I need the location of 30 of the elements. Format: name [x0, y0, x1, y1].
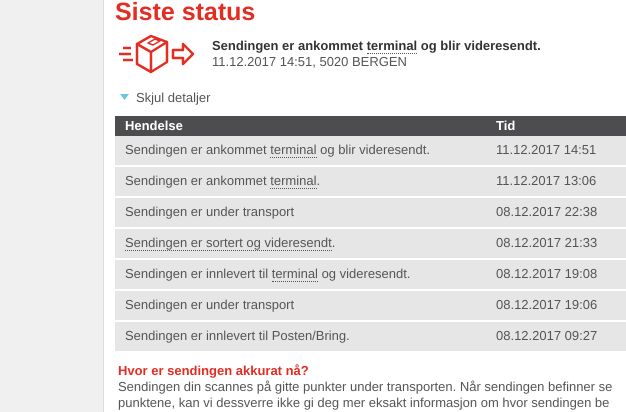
event-cell-text: Sendingen er under transport: [124, 203, 296, 222]
details-toggle[interactable]: Skjul detaljer: [120, 88, 210, 108]
term-link[interactable]: terminal: [270, 173, 317, 190]
event-cell-text: Sendingen er innlevert til Posten/Bring.: [124, 327, 351, 346]
time-cell-text: 08.12.2017 19:08: [495, 265, 598, 284]
time-cell-text: 08.12.2017 19:06: [495, 296, 598, 314]
term-link[interactable]: Sendingen er sortert og videresendt: [125, 235, 332, 252]
package-arrow-icon: [117, 34, 197, 74]
time-cell-text: 11.12.2017 13:06: [495, 172, 596, 190]
triangle-down-icon: [120, 94, 129, 102]
info-text: punktene, kan vi dessverre ikke gi deg mer eksakt informasjon om hvor sendingen be: [118, 394, 610, 410]
page-title: Siste status: [115, 0, 256, 26]
term-link[interactable]: terminal: [270, 142, 317, 158]
time-cell-text: 08.12.2017 22:38: [495, 203, 598, 222]
event-cell-text: Sendingen er ankommet terminal.: [124, 172, 322, 191]
event-cell-text: Sendingen er sortert og videresendt.: [124, 234, 336, 253]
time-cell-text: 11.12.2017 14:51: [495, 141, 596, 160]
event-cell-text: Sendingen er innlevert til terminal og videresendt.: [124, 265, 412, 284]
event-cell-text: Sendingen er ankommet terminal og blir videresendt.: [124, 141, 431, 160]
status-detail: 11.12.2017 14:51, 5020 BERGEN: [212, 54, 408, 70]
time-cell-text: 08.12.2017 09:27: [495, 327, 598, 346]
status-message: Sendingen er ankommet terminal og blir videresendt.: [212, 38, 541, 54]
term-link[interactable]: terminal: [272, 266, 318, 282]
event-cell-text: Sendingen er under transport: [124, 296, 296, 314]
term-link[interactable]: terminal: [366, 38, 418, 54]
column-header: Hendelse: [124, 116, 184, 135]
column-header: Tid: [495, 116, 516, 135]
info-heading: Hvor er sendingen akkurat nå?: [118, 362, 310, 378]
info-text: Sendingen din scannes på gitte punkter under transporten. Når sendingen befinner se: [118, 378, 614, 394]
time-cell-text: 08.12.2017 21:33: [495, 234, 598, 252]
